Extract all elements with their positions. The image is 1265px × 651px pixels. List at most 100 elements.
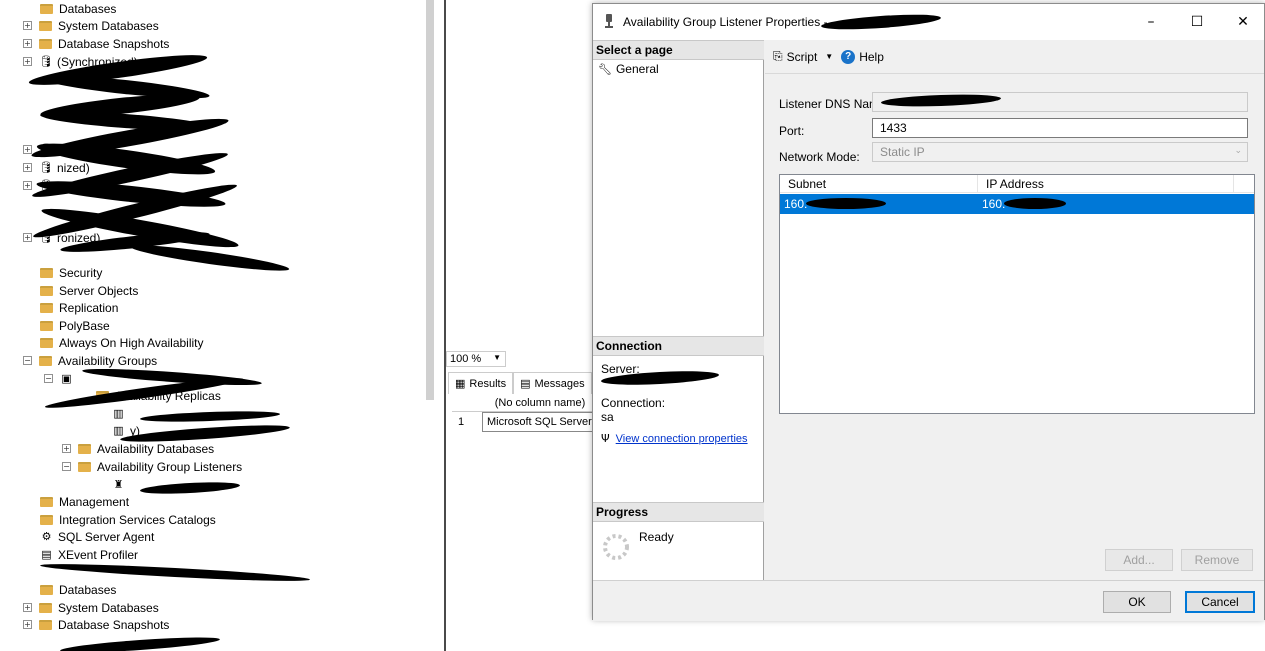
tree-node[interactable]: Server Objects [40, 282, 138, 299]
connection-header: Connection [593, 336, 764, 356]
tree-node[interactable]: PolyBase [40, 317, 110, 334]
help-icon: ? [841, 49, 856, 64]
maximize-button[interactable]: ☐ [1174, 4, 1220, 40]
tab-results[interactable]: ▦ Results [448, 372, 514, 394]
cancel-button[interactable]: Cancel [1185, 591, 1255, 613]
folder-icon [40, 320, 53, 331]
port-label: Port: [779, 124, 805, 138]
remove-button[interactable]: Remove [1181, 549, 1253, 571]
folder-icon [39, 602, 52, 613]
tree-node[interactable]: + Database Snapshots [23, 35, 169, 52]
expand-icon[interactable]: + [62, 444, 71, 453]
tree-node[interactable]: + Database Snapshots [23, 616, 170, 633]
port-field[interactable]: 1433 [872, 118, 1248, 138]
tab-results-label: Results [469, 377, 507, 390]
network-mode-value: Static IP [880, 145, 925, 159]
grid-header: (No column name) [452, 394, 594, 412]
agent-icon: ⚙︎ [41, 530, 52, 543]
tab-messages[interactable]: ▤ Messages [513, 372, 592, 394]
folder-icon [78, 461, 91, 472]
ip-cell: 160. [978, 194, 1234, 214]
tree-node[interactable]: + System Databases [23, 17, 159, 34]
collapse-icon[interactable]: − [62, 462, 71, 471]
script-icon: ⎘ [773, 49, 783, 63]
connection-section: Server: Connection: sa Ψ View connection … [593, 358, 764, 518]
redaction-mark [1004, 198, 1066, 209]
tree-node[interactable]: Databases [40, 0, 116, 17]
tree-node-label: Integration Services Catalogs [59, 512, 216, 527]
tree-node-label: Management [59, 494, 130, 509]
tree-node[interactable]: Integration Services Catalogs [40, 511, 216, 528]
grid-icon: ▦ [455, 377, 466, 390]
expand-icon[interactable]: + [23, 145, 32, 154]
folder-icon [39, 355, 52, 366]
column-subnet[interactable]: Subnet [780, 175, 978, 192]
expand-icon[interactable]: + [23, 39, 32, 48]
tree-node[interactable]: Always On High Availability [40, 334, 204, 351]
splitter[interactable] [422, 0, 444, 651]
tree-node[interactable]: Security [40, 264, 102, 281]
tree-node[interactable]: − Availability Groups [23, 352, 157, 369]
splitter-bar[interactable] [426, 0, 434, 400]
network-mode-select[interactable]: Static IP ⌄ [872, 142, 1248, 162]
connection-value: sa [601, 410, 614, 424]
expand-icon[interactable]: + [23, 21, 32, 30]
grid-cell[interactable]: Microsoft SQL Server [482, 412, 594, 432]
select-page-header: Select a page [593, 40, 764, 60]
tree-node-label: Database Snapshots [58, 617, 170, 632]
chevron-down-icon[interactable]: ▼ [825, 52, 833, 61]
tree-node[interactable]: + Availability Databases [62, 440, 215, 457]
folder-icon [39, 20, 52, 31]
expand-icon[interactable]: + [23, 57, 32, 66]
collapse-icon[interactable]: − [23, 356, 32, 365]
tree-node[interactable]: − Availability Group Listeners [62, 458, 242, 475]
close-button[interactable]: ✕ [1220, 4, 1265, 40]
tree-node[interactable]: − ▣ [44, 370, 78, 387]
add-button[interactable]: Add... [1105, 549, 1173, 571]
folder-icon [40, 285, 53, 296]
zoom-select[interactable]: 100 % ▼ [446, 351, 506, 367]
tree-node[interactable]: ▤ XEvent Profiler [40, 546, 138, 563]
tree-node[interactable]: Databases [40, 581, 116, 598]
tree-node[interactable]: + System Databases [23, 599, 159, 616]
tree-node[interactable]: ▥ [112, 405, 130, 422]
table-row[interactable]: 160. 160. [780, 194, 1254, 214]
collapse-icon[interactable]: − [44, 374, 53, 383]
expand-icon[interactable]: + [23, 603, 32, 612]
page-general[interactable]: 🔧︎ General [593, 60, 764, 78]
script-button[interactable]: Script [787, 50, 818, 64]
tree-node[interactable]: Management [40, 493, 129, 510]
dialog-titlebar[interactable]: Availability Group Listener Properties -… [593, 4, 1264, 40]
column-ip-address[interactable]: IP Address [978, 175, 1234, 192]
tree-node[interactable]: + 🛢︎ nized) [23, 159, 90, 176]
minimize-button[interactable]: – [1128, 4, 1174, 40]
tree-node-label: Availability Databases [97, 441, 215, 456]
connection-label: Connection: [601, 396, 666, 410]
view-connection-link[interactable]: Ψ View connection properties [601, 432, 748, 445]
tree-node[interactable]: Replication [40, 299, 118, 316]
expand-icon[interactable]: + [23, 620, 32, 629]
tree-node-label: Server Objects [59, 283, 139, 298]
expand-icon[interactable]: + [23, 163, 32, 172]
tree-node-label: System Databases [58, 18, 159, 33]
expand-icon[interactable]: + [23, 181, 32, 190]
table-row[interactable]: 1 Microsoft SQL Server [452, 412, 594, 432]
subnet-table-header: Subnet IP Address [780, 175, 1254, 193]
zoom-value: 100 % [450, 353, 482, 365]
page-list: 🔧︎ General [593, 60, 764, 78]
expand-icon[interactable]: + [23, 233, 32, 242]
tree-node[interactable]: ⚙︎ SQL Server Agent [40, 528, 155, 545]
tree-node-label: Security [59, 265, 103, 280]
tree-node-label: Databases [59, 1, 117, 16]
column-header[interactable]: (No column name) [482, 394, 594, 411]
view-connection-label: View connection properties [615, 432, 748, 445]
help-button[interactable]: Help [859, 50, 884, 64]
folder-icon [78, 443, 91, 454]
ok-button[interactable]: OK [1103, 591, 1171, 613]
query-window [444, 0, 594, 651]
folder-icon [40, 3, 53, 14]
folder-icon [40, 302, 53, 313]
tree-node[interactable]: ♜ [112, 476, 130, 493]
tree-node-label: PolyBase [59, 318, 110, 333]
chevron-down-icon: ▼ [493, 353, 501, 362]
